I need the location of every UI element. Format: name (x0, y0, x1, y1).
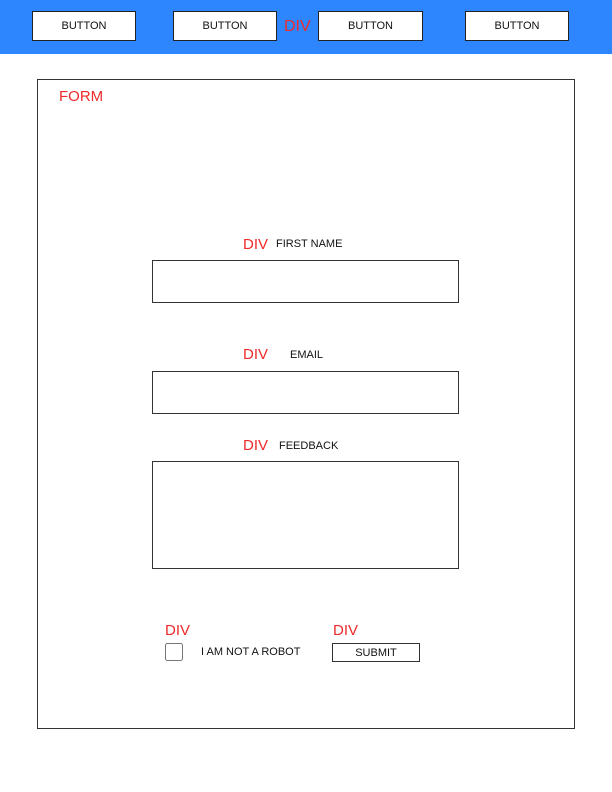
nav-button-3[interactable]: BUTTON (318, 11, 423, 41)
not-robot-label: I AM NOT A ROBOT (201, 646, 301, 658)
feedback-label: FEEDBACK (279, 440, 339, 452)
feedback-div-label: DIV (243, 437, 269, 454)
submit-div-label: DIV (333, 622, 359, 639)
first-name-input[interactable] (152, 260, 459, 303)
nav-button-4[interactable]: BUTTON (465, 11, 569, 41)
robot-div-label: DIV (165, 622, 191, 639)
email-label: EMAIL (290, 349, 324, 361)
not-robot-checkbox[interactable] (165, 643, 183, 661)
submit-button[interactable]: SUBMIT (332, 643, 420, 662)
feedback-textarea[interactable] (152, 461, 459, 569)
first-name-label: FIRST NAME (276, 238, 343, 250)
email-div-label: DIV (243, 346, 269, 363)
email-input[interactable] (152, 371, 459, 414)
first-name-div-label: DIV (243, 236, 269, 253)
nav-button-1[interactable]: BUTTON (32, 11, 136, 41)
nav-button-2[interactable]: BUTTON (173, 11, 277, 41)
form-label: FORM (59, 88, 104, 105)
nav-div-label: DIV (284, 18, 311, 35)
